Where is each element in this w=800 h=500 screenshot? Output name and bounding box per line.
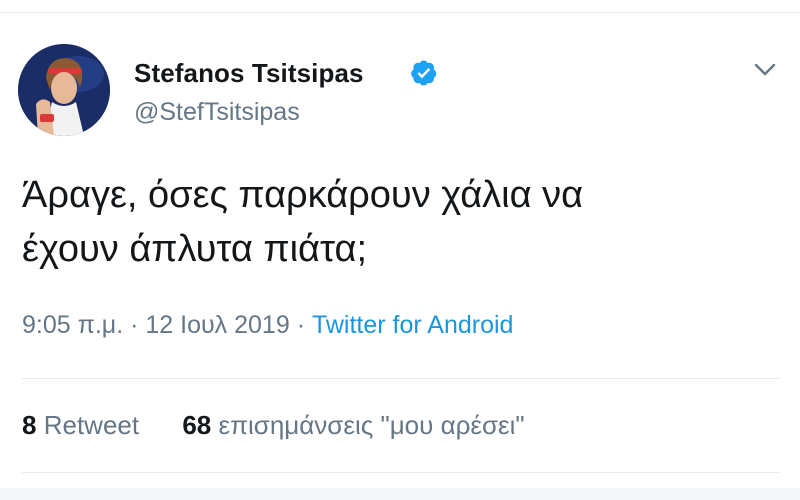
chevron-down-icon[interactable]	[752, 60, 778, 80]
stats-top-divider	[22, 378, 780, 379]
tweet-stats: 8 Retweet 68 επισημάνσεις "μου αρέσει"	[22, 410, 525, 441]
tweet-meta: 9:05 π.μ. · 12 Ιουλ 2019 · Twitter for A…	[22, 311, 513, 340]
retweets-label: Retweet	[43, 410, 140, 440]
action-bar-edge	[0, 488, 800, 500]
likes-label: επισημάνσεις "μου αρέσει"	[218, 410, 525, 440]
tweet-text-line: Άραγε, όσες παρκάρουν χάλια να	[22, 174, 584, 216]
tweet-card: Stefanos Tsitsipas @StefTsitsipas Άραγε,…	[0, 0, 800, 500]
tweet-source-link[interactable]: Twitter for Android	[312, 311, 513, 339]
author-handle[interactable]: @StefTsitsipas	[134, 98, 300, 127]
tweet-text-line: έχουν άπλυτα πιάτα;	[22, 228, 368, 270]
meta-separator: ·	[130, 311, 139, 339]
stats-bottom-divider	[22, 472, 780, 473]
meta-separator: ·	[296, 311, 306, 339]
avatar[interactable]	[18, 44, 110, 136]
tweet-time[interactable]: 9:05 π.μ.	[22, 311, 123, 339]
author-name[interactable]: Stefanos Tsitsipas	[134, 58, 364, 89]
retweets-count: 8	[22, 410, 37, 440]
avatar-image	[18, 44, 110, 136]
tweet-date[interactable]: 12 Ιουλ 2019	[145, 311, 289, 339]
verified-badge-icon	[411, 60, 437, 86]
likes-stat[interactable]: 68 επισημάνσεις "μου αρέσει"	[182, 410, 524, 441]
retweets-stat[interactable]: 8 Retweet	[22, 410, 139, 441]
likes-count: 68	[182, 410, 212, 440]
tweet-text: Άραγε, όσες παρκάρουν χάλια να έχουν άπλ…	[22, 168, 762, 276]
